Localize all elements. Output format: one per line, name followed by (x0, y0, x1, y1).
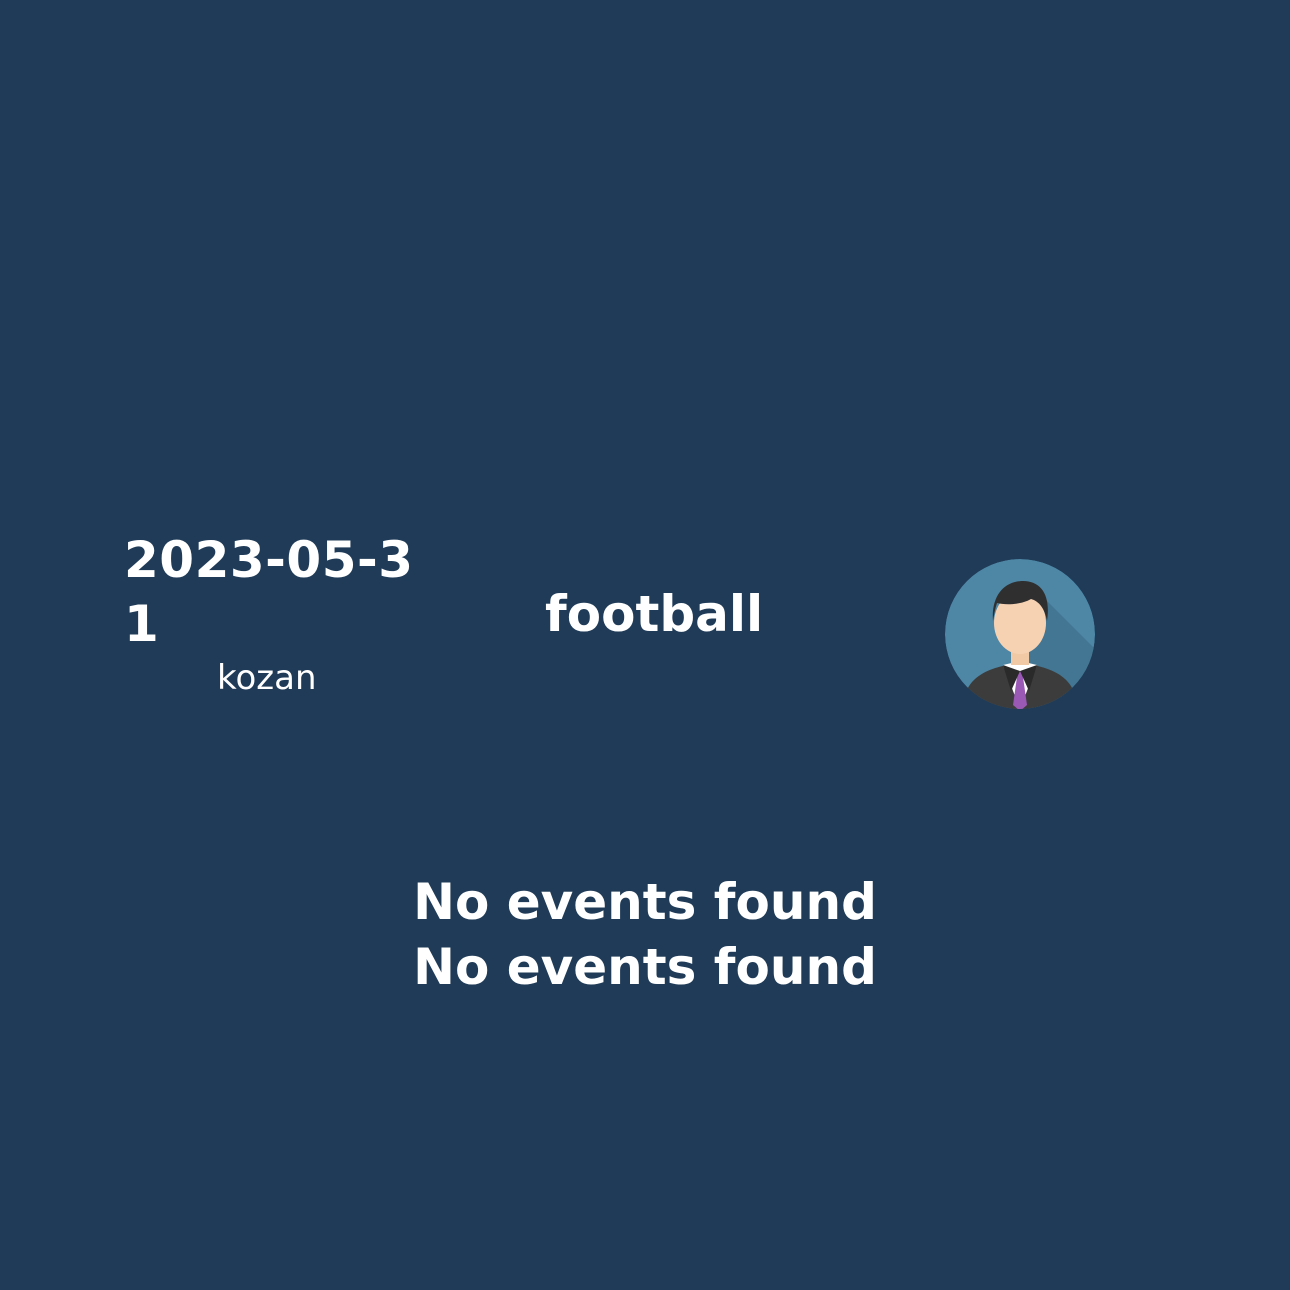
empty-state-message: No events found (413, 873, 877, 931)
businessman-avatar-icon (945, 559, 1095, 709)
event-date: 2023-05-31 (124, 531, 414, 653)
event-username: kozan (217, 658, 317, 698)
event-header: 2023-05-31 kozan football (0, 520, 1290, 720)
empty-state-message: No events found (413, 938, 877, 996)
events-list: No events found No events found (0, 870, 1290, 1000)
page: 2023-05-31 kozan football No events foun… (0, 0, 1290, 1290)
event-sport: football (545, 585, 764, 643)
user-avatar[interactable] (945, 559, 1095, 709)
